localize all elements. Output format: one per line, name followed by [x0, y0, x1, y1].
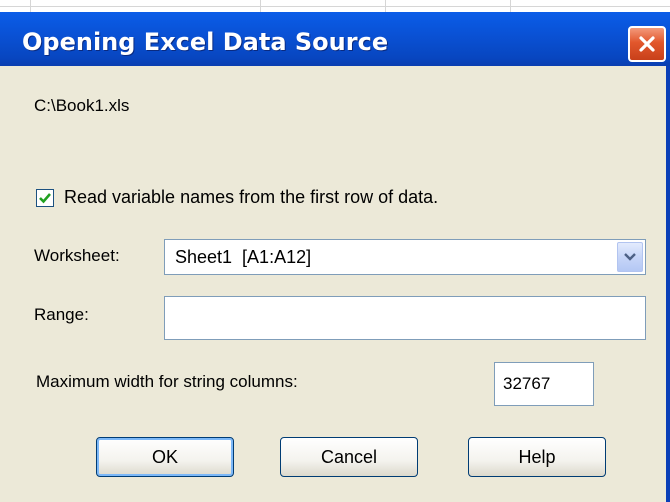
read-names-label[interactable]: Read variable names from the first row o… [64, 187, 438, 208]
background-line [510, 0, 511, 12]
close-icon [639, 36, 655, 52]
max-width-input[interactable] [494, 362, 594, 406]
background-line [0, 6, 670, 7]
close-button[interactable] [628, 26, 666, 62]
ok-button[interactable]: OK [96, 437, 234, 477]
worksheet-dropdown-button[interactable] [617, 242, 643, 272]
file-path-label: C:\Book1.xls [34, 96, 130, 115]
checkmark-icon [39, 193, 51, 204]
read-names-checkbox[interactable] [36, 189, 54, 207]
worksheet-select[interactable]: Sheet1 [A1:A12] [164, 239, 646, 275]
chevron-down-icon [624, 253, 636, 261]
background-line [260, 0, 261, 12]
range-input[interactable] [164, 296, 646, 340]
title-bar[interactable]: Opening Excel Data Source [0, 12, 670, 66]
window-title: Opening Excel Data Source [22, 28, 389, 56]
background-line [30, 0, 31, 12]
cancel-button[interactable]: Cancel [280, 437, 418, 477]
max-width-label: Maximum width for string columns: [36, 372, 298, 391]
worksheet-label: Worksheet: [34, 246, 120, 265]
worksheet-selected-value: Sheet1 [A1:A12] [175, 247, 312, 267]
range-label: Range: [34, 305, 89, 324]
background-line [385, 0, 386, 12]
help-button[interactable]: Help [468, 437, 606, 477]
